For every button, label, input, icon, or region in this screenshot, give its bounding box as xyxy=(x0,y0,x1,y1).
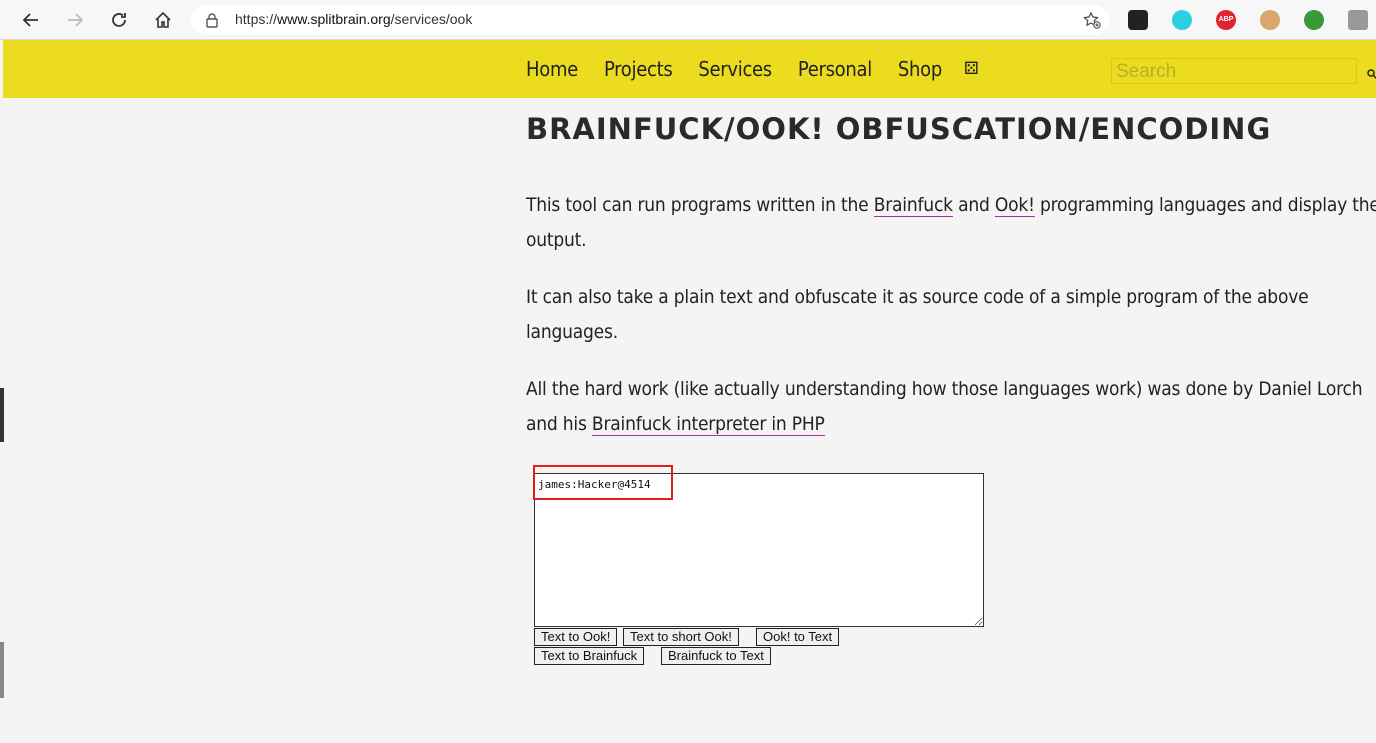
ook-to-text-button[interactable]: Ook! to Text xyxy=(756,628,840,646)
random-dice-icon[interactable]: ⚄ xyxy=(964,59,979,79)
search-input[interactable]: Search xyxy=(1111,58,1357,84)
lock-icon[interactable] xyxy=(205,12,219,32)
obfuscate-paragraph: It can also take a plain text and obfusc… xyxy=(526,280,1376,350)
left-edge-bar xyxy=(0,388,4,442)
browser-toolbar: https://www.splitbrain.org/services/ook … xyxy=(0,0,1376,40)
url-path: /services/ook xyxy=(390,11,473,27)
extensions-puzzle-icon[interactable] xyxy=(1348,10,1368,30)
left-edge-bar-2 xyxy=(0,642,4,698)
interpreter-link[interactable]: Brainfuck interpreter in PHP xyxy=(591,413,825,436)
ook-link[interactable]: Ook! xyxy=(994,194,1035,217)
extension-icon-4[interactable] xyxy=(1260,10,1280,30)
p3-line1: All the hard work (like actually underst… xyxy=(526,378,1363,400)
p1-mid: and xyxy=(952,194,995,216)
address-bar[interactable]: https://www.splitbrain.org/services/ook xyxy=(191,5,1109,35)
p3-before: and his xyxy=(526,413,592,435)
brainfuck-link[interactable]: Brainfuck xyxy=(873,194,953,217)
intro-paragraph: This tool can run programs written in th… xyxy=(526,188,1376,258)
menu-item-projects[interactable]: Projects xyxy=(604,57,673,81)
url-prefix: https:// xyxy=(235,11,278,27)
site-header: Home Projects Services Personal Shop ⚄ S… xyxy=(3,40,1376,98)
menu-item-personal[interactable]: Personal xyxy=(798,57,872,81)
adblock-plus-icon[interactable]: ABP xyxy=(1216,10,1236,30)
main-menu: Home Projects Services Personal Shop ⚄ xyxy=(526,40,979,98)
extension-icon-5[interactable] xyxy=(1304,10,1324,30)
extension-icon-2[interactable] xyxy=(1172,10,1192,30)
menu-item-shop[interactable]: Shop xyxy=(898,57,942,81)
menu-item-services[interactable]: Services xyxy=(698,57,772,81)
home-icon[interactable] xyxy=(150,7,176,33)
text-to-short-ook-button[interactable]: Text to short Ook! xyxy=(623,628,739,646)
brainfuck-to-text-button[interactable]: Brainfuck to Text xyxy=(661,647,771,665)
forward-icon[interactable] xyxy=(62,7,88,33)
search-icon[interactable] xyxy=(1367,64,1376,83)
url-text[interactable]: https://www.splitbrain.org/services/ook xyxy=(235,11,472,27)
menu-item-home[interactable]: Home xyxy=(526,57,578,81)
p2-line2: languages. xyxy=(526,321,618,343)
back-icon[interactable] xyxy=(18,7,44,33)
p1-after: programming languages and display the xyxy=(1034,194,1376,216)
page-title: BRAINFUCK/OOK! OBFUSCATION/ENCODING xyxy=(526,112,1272,146)
p1-before: This tool can run programs written in th… xyxy=(526,194,874,216)
text-to-brainfuck-button[interactable]: Text to Brainfuck xyxy=(534,647,645,665)
url-host: www.splitbrain.org xyxy=(277,11,391,27)
p2-line1: It can also take a plain text and obfusc… xyxy=(526,286,1309,308)
extension-icon-1[interactable] xyxy=(1128,10,1148,30)
p1-line2: output. xyxy=(526,229,587,251)
text-to-ook-button[interactable]: Text to Ook! xyxy=(534,628,618,646)
code-textarea[interactable]: james:Hacker@4514 xyxy=(534,473,984,627)
reload-icon[interactable] xyxy=(106,7,132,33)
add-favorite-icon[interactable] xyxy=(1083,11,1101,33)
credits-paragraph: All the hard work (like actually underst… xyxy=(526,372,1376,442)
